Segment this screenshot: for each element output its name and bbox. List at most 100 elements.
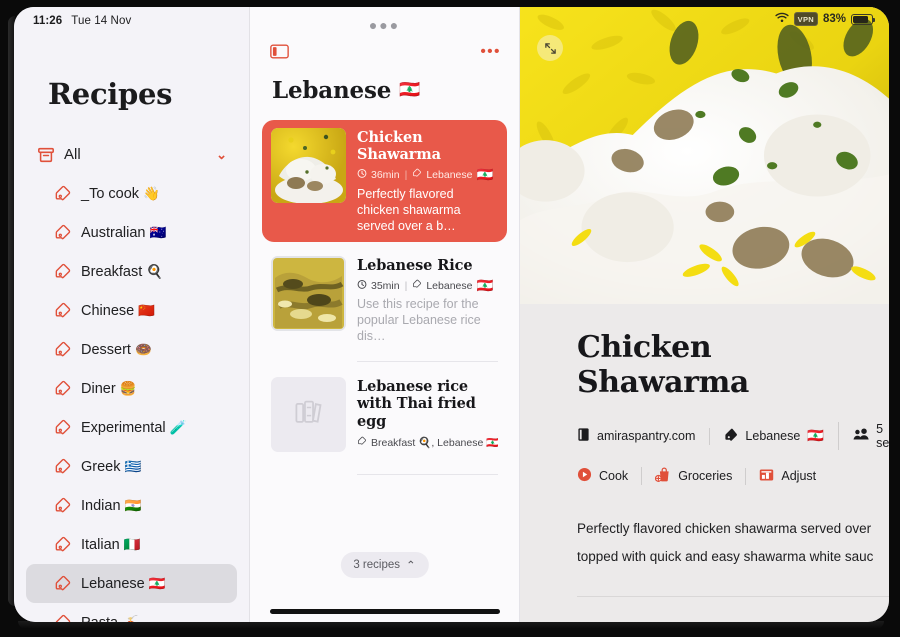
sidebar-item-label: _To cook bbox=[81, 185, 140, 202]
sidebar-item-australian[interactable]: Australian 🇦🇺 bbox=[26, 213, 237, 252]
tag-icon bbox=[54, 302, 72, 320]
sidebar-item-label: Lebanese bbox=[81, 575, 145, 592]
sidebar-item-italian[interactable]: Italian 🇮🇹 bbox=[26, 525, 237, 564]
recipe-card-body: Lebanese rice with Thai fried egg Breakf… bbox=[357, 377, 498, 452]
sidebar-item-dessert[interactable]: Dessert 🍩 bbox=[26, 330, 237, 369]
sidebar-item-emoji: 🇨🇳 bbox=[138, 302, 156, 318]
recipe-servings[interactable]: 5 servings bbox=[838, 422, 889, 450]
ipad-device: 11:26 Tue 14 Nov Recipes All ⌄ _To cook … bbox=[0, 0, 900, 637]
sidebar-item-label: Chinese bbox=[81, 302, 135, 319]
recipe-card-chicken-shawarma[interactable]: Chicken Shawarma 36min | Lebanese 🇱� bbox=[262, 120, 507, 242]
list-title-text: Lebanese bbox=[272, 77, 392, 104]
book-icon bbox=[577, 427, 590, 445]
page-title: Recipes bbox=[48, 77, 173, 111]
recipe-card-tags: Breakfast 🍳, Lebanese 🇱🇧, T… bbox=[371, 436, 498, 449]
recipe-card-meta: 35min | Lebanese 🇱🇧 | t… bbox=[357, 279, 498, 293]
sidebar-item-to-cook[interactable]: _To cook 👋 bbox=[26, 174, 237, 213]
ellipsis-icon[interactable]: ••• bbox=[480, 44, 501, 59]
sidebar-item-emoji: 🇦🇺 bbox=[149, 224, 167, 240]
recipe-card-tag-emoji: 🇱🇧 bbox=[476, 278, 494, 293]
battery-percent: 83% bbox=[822, 13, 846, 25]
sidebar-item-breakfast[interactable]: Breakfast 🍳 bbox=[26, 252, 237, 291]
hero-photo bbox=[520, 7, 889, 304]
meta-separator: | bbox=[404, 168, 408, 181]
expand-arrows-icon[interactable] bbox=[537, 35, 563, 61]
archive-box-icon bbox=[37, 146, 55, 164]
tag-icon bbox=[54, 185, 72, 203]
recipe-card-title: Chicken Shawarma bbox=[357, 129, 441, 164]
tag-icon bbox=[54, 458, 72, 476]
recipe-cards: Chicken Shawarma 36min | Lebanese 🇱� bbox=[250, 104, 519, 476]
tag-icon bbox=[54, 380, 72, 398]
sidebar-item-label: Australian bbox=[81, 224, 146, 241]
ingredient-note: cut into c bbox=[814, 620, 868, 622]
sidebar-item-emoji: 🍔 bbox=[119, 380, 137, 396]
recipe-card-lebanese-rice-thai-egg[interactable]: Lebanese rice with Thai fried egg Breakf… bbox=[262, 369, 507, 460]
adjust-button[interactable]: Adjust bbox=[745, 467, 829, 485]
tag-icon bbox=[412, 279, 422, 292]
recipe-card-description: Use this recipe for the popular Lebanese… bbox=[357, 297, 481, 344]
recipe-card-tag-emoji: 🇱🇧 bbox=[476, 168, 494, 182]
vpn-badge: VPN bbox=[793, 12, 818, 26]
chevron-up-icon: ⌃ bbox=[406, 560, 416, 572]
sidebar-nav-list: All ⌄ _To cook 👋 Australian 🇦🇺 Breakfast… bbox=[14, 111, 249, 622]
recipe-card-title: Lebanese Rice bbox=[357, 256, 473, 274]
chevron-down-icon[interactable]: ⌄ bbox=[216, 147, 227, 163]
recipe-card-tag: Lebanese bbox=[426, 279, 473, 292]
recipe-card-lebanese-rice[interactable]: Lebanese Rice 35min | Lebanese 🇱🇧 Use th… bbox=[262, 248, 507, 353]
grocery-bag-icon bbox=[655, 467, 671, 485]
groceries-button[interactable]: Groceries bbox=[641, 467, 745, 485]
cook-button[interactable]: Cook bbox=[577, 467, 641, 485]
window-grabber-handle[interactable]: ●●● bbox=[369, 18, 400, 32]
recipe-count-pill[interactable]: 3 recipes ⌃ bbox=[340, 552, 429, 578]
recipe-card-body: Lebanese Rice 35min | Lebanese 🇱🇧 Use th… bbox=[357, 256, 498, 345]
recipe-tag-label: Lebanese bbox=[745, 429, 801, 443]
ingredient-name: boneless, skinless chicken thighs bbox=[612, 620, 811, 622]
adjust-label: Adjust bbox=[781, 469, 817, 483]
sidebar-item-emoji: 🍩 bbox=[134, 341, 152, 357]
wifi-icon bbox=[774, 12, 789, 26]
recipe-count-label: 3 recipes bbox=[353, 559, 401, 571]
recipe-source[interactable]: amiraspantry.com bbox=[577, 427, 709, 445]
tag-icon bbox=[54, 419, 72, 437]
sidebar-item-label: Breakfast bbox=[81, 263, 143, 280]
sidebar-toggle-icon[interactable] bbox=[270, 44, 289, 59]
books-icon bbox=[291, 394, 327, 435]
tag-icon bbox=[54, 575, 72, 593]
recipe-title: Chicken Shawarma bbox=[577, 330, 749, 400]
sidebar-item-pasta[interactable]: Pasta 🍝 bbox=[26, 603, 237, 622]
ingredient-amount: 1 kg bbox=[581, 620, 608, 622]
clock-icon bbox=[357, 168, 367, 181]
cook-label: Cook bbox=[599, 469, 629, 483]
sidebar-item-experimental[interactable]: Experimental 🧪 bbox=[26, 408, 237, 447]
tag-icon bbox=[724, 428, 738, 445]
recipe-list-panel: ●●● ••• Lebanese 🇱🇧 Chicken Shawarma 36m… bbox=[250, 7, 520, 622]
clock-icon bbox=[357, 279, 367, 292]
sidebar-item-emoji: 👋 bbox=[143, 185, 160, 201]
sidebar-item-greek[interactable]: Greek 🇬🇷 bbox=[26, 447, 237, 486]
sidebar-item-diner[interactable]: Diner 🍔 bbox=[26, 369, 237, 408]
recipe-thumbnail bbox=[271, 128, 346, 203]
recipe-card-meta: Breakfast 🍳, Lebanese 🇱🇧, T… bbox=[357, 436, 498, 449]
list-divider bbox=[357, 361, 498, 363]
recipe-detail-panel: VPN 83% Chicken Shawarma amiraspantry.co… bbox=[520, 7, 889, 622]
groceries-label: Groceries bbox=[678, 469, 733, 483]
list-toolbar: ••• bbox=[250, 33, 519, 69]
sidebar-item-indian[interactable]: Indian 🇮🇳 bbox=[26, 486, 237, 525]
recipe-card-time: 36min bbox=[371, 168, 400, 181]
recipe-card-meta: 36min | Lebanese 🇱🇧 | a… bbox=[357, 168, 498, 182]
recipe-meta-row: amiraspantry.com Lebanese 🇱🇧 5 se bbox=[577, 422, 889, 450]
sidebar-item-lebanese[interactable]: Lebanese 🇱🇧 bbox=[26, 564, 237, 603]
recipe-description-line-1: Perfectly flavored chicken shawarma serv… bbox=[577, 521, 872, 536]
sidebar-item-emoji: 🇮🇹 bbox=[123, 536, 141, 552]
recipe-tag[interactable]: Lebanese 🇱🇧 bbox=[709, 427, 838, 445]
recipe-card-time: 35min bbox=[371, 279, 400, 292]
section-divider bbox=[577, 596, 889, 598]
recipe-source-label: amiraspantry.com bbox=[597, 429, 696, 443]
sidebar-item-chinese[interactable]: Chinese 🇨🇳 bbox=[26, 291, 237, 330]
list-divider bbox=[357, 474, 498, 476]
adjust-icon bbox=[759, 468, 774, 485]
sidebar-item-label: Diner bbox=[81, 380, 116, 397]
tag-icon bbox=[54, 341, 72, 359]
sidebar-group-all[interactable]: All ⌄ bbox=[26, 135, 237, 174]
